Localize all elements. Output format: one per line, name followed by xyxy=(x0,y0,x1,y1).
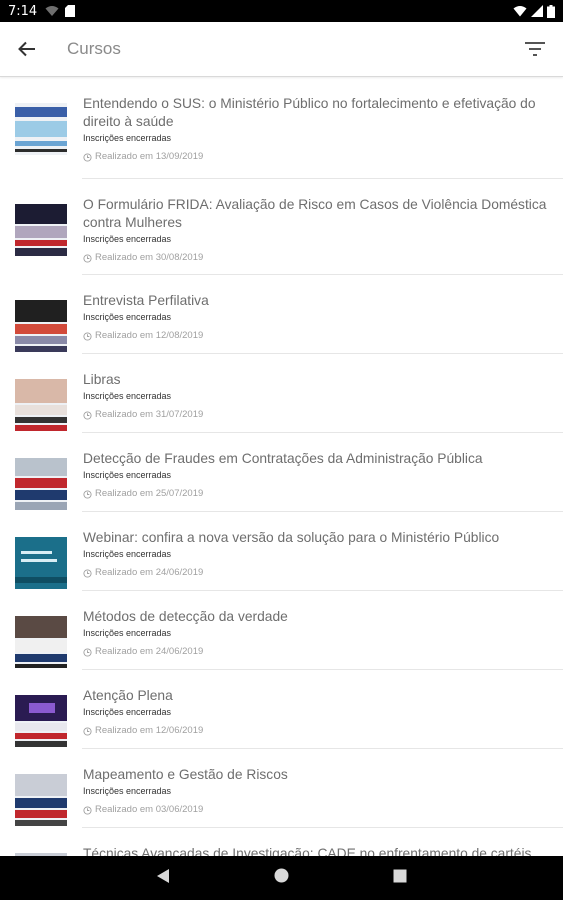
course-title: O Formulário FRIDA: Avaliação de Risco e… xyxy=(83,197,547,230)
course-status: Inscrições encerradas xyxy=(83,391,172,401)
course-thumbnail xyxy=(15,537,67,589)
course-title: Métodos de detecção da verdade xyxy=(83,609,288,624)
course-item[interactable]: O Formulário FRIDA: Avaliação de Risco e… xyxy=(0,179,563,275)
course-thumbnail xyxy=(15,103,67,155)
circle-home-icon xyxy=(274,868,289,883)
course-date: Realizado em 24/06/2019 xyxy=(83,646,549,658)
square-recents-icon xyxy=(393,869,407,882)
course-status: Inscrições encerradas xyxy=(83,549,172,559)
course-status: Inscrições encerradas xyxy=(83,234,172,244)
course-item[interactable]: Técnicas Avançadas de Investigação: CADE… xyxy=(0,828,563,856)
course-status: Inscrições encerradas xyxy=(83,628,172,638)
course-date: Realizado em 24/06/2019 xyxy=(83,567,549,579)
nav-back-button[interactable] xyxy=(156,868,170,889)
course-thumbnail xyxy=(15,695,67,747)
course-date-text: Realizado em 12/08/2019 xyxy=(95,330,204,341)
clock-icon xyxy=(83,647,92,657)
course-date: Realizado em 12/06/2019 xyxy=(83,725,549,737)
clock-icon xyxy=(83,152,92,162)
course-date-text: Realizado em 30/08/2019 xyxy=(95,252,204,263)
course-status: Inscrições encerradas xyxy=(83,312,172,322)
course-thumbnail xyxy=(15,616,67,668)
back-button[interactable] xyxy=(15,37,39,61)
course-date: Realizado em 13/09/2019 xyxy=(83,151,549,163)
page-title: Cursos xyxy=(67,39,121,58)
course-date-text: Realizado em 12/06/2019 xyxy=(95,725,204,736)
status-time: 7:14 xyxy=(8,3,38,19)
course-date-text: Realizado em 25/07/2019 xyxy=(95,488,204,499)
signal-icon xyxy=(531,5,543,17)
clock-icon xyxy=(83,331,92,341)
clock-icon xyxy=(83,489,92,499)
wifi-off-icon xyxy=(45,6,59,16)
nav-home-button[interactable] xyxy=(274,868,289,888)
course-title: Webinar: confira a nova versão da soluçã… xyxy=(83,530,500,545)
course-date-text: Realizado em 13/09/2019 xyxy=(95,151,204,162)
filter-button[interactable] xyxy=(523,37,547,61)
arrow-back-icon xyxy=(18,41,35,57)
course-status: Inscrições encerradas xyxy=(83,786,172,796)
course-thumbnail xyxy=(15,379,67,431)
clock-icon xyxy=(83,253,92,263)
course-item[interactable]: Entendendo o SUS: o Ministério Público n… xyxy=(0,78,563,179)
course-status: Inscrições encerradas xyxy=(83,133,172,143)
course-status: Inscrições encerradas xyxy=(83,707,172,717)
course-thumbnail xyxy=(15,774,67,826)
triangle-back-icon xyxy=(157,868,169,883)
course-item[interactable]: Métodos de detecção da verdade Inscriçõe… xyxy=(0,591,563,670)
course-item[interactable]: Webinar: confira a nova versão da soluçã… xyxy=(0,512,563,591)
course-title: Entrevista Perfilativa xyxy=(83,293,209,308)
course-date: Realizado em 03/06/2019 xyxy=(83,804,549,816)
course-date: Realizado em 30/08/2019 xyxy=(83,252,549,264)
course-date-text: Realizado em 31/07/2019 xyxy=(95,409,204,420)
navigation-bar xyxy=(0,856,563,900)
app-bar: Cursos xyxy=(0,22,563,77)
filter-icon xyxy=(525,42,545,56)
course-title: Entendendo o SUS: o Ministério Público n… xyxy=(83,96,536,129)
course-title: Libras xyxy=(83,372,121,387)
course-thumbnail xyxy=(15,204,67,256)
wifi-icon xyxy=(513,6,527,17)
clock-icon xyxy=(83,726,92,736)
sd-card-icon xyxy=(65,5,76,17)
clock-icon xyxy=(83,410,92,420)
course-title: Mapeamento e Gestão de Riscos xyxy=(83,767,288,782)
course-date-text: Realizado em 24/06/2019 xyxy=(95,646,204,657)
course-item[interactable]: Mapeamento e Gestão de Riscos Inscrições… xyxy=(0,749,563,828)
course-item[interactable]: Entrevista Perfilativa Inscrições encerr… xyxy=(0,275,563,354)
course-item[interactable]: Detecção de Fraudes em Contratações da A… xyxy=(0,433,563,512)
clock-icon xyxy=(83,805,92,815)
course-date-text: Realizado em 03/06/2019 xyxy=(95,804,204,815)
course-title: Técnicas Avançadas de Investigação: CADE… xyxy=(83,846,532,856)
battery-icon xyxy=(547,4,555,18)
course-title: Detecção de Fraudes em Contratações da A… xyxy=(83,451,483,466)
course-list[interactable]: Entendendo o SUS: o Ministério Público n… xyxy=(0,78,563,856)
course-date: Realizado em 25/07/2019 xyxy=(83,488,549,500)
course-status: Inscrições encerradas xyxy=(83,470,172,480)
nav-recents-button[interactable] xyxy=(393,869,407,888)
course-thumbnail xyxy=(15,458,67,510)
course-date-text: Realizado em 24/06/2019 xyxy=(95,567,204,578)
course-date: Realizado em 12/08/2019 xyxy=(83,330,549,342)
course-item[interactable]: Libras Inscrições encerradas Realizado e… xyxy=(0,354,563,433)
course-title: Atenção Plena xyxy=(83,688,173,703)
course-date: Realizado em 31/07/2019 xyxy=(83,409,549,421)
course-thumbnail xyxy=(15,300,67,352)
clock-icon xyxy=(83,568,92,578)
course-item[interactable]: Atenção Plena Inscrições encerradas Real… xyxy=(0,670,563,749)
status-bar: 7:14 xyxy=(0,0,563,22)
